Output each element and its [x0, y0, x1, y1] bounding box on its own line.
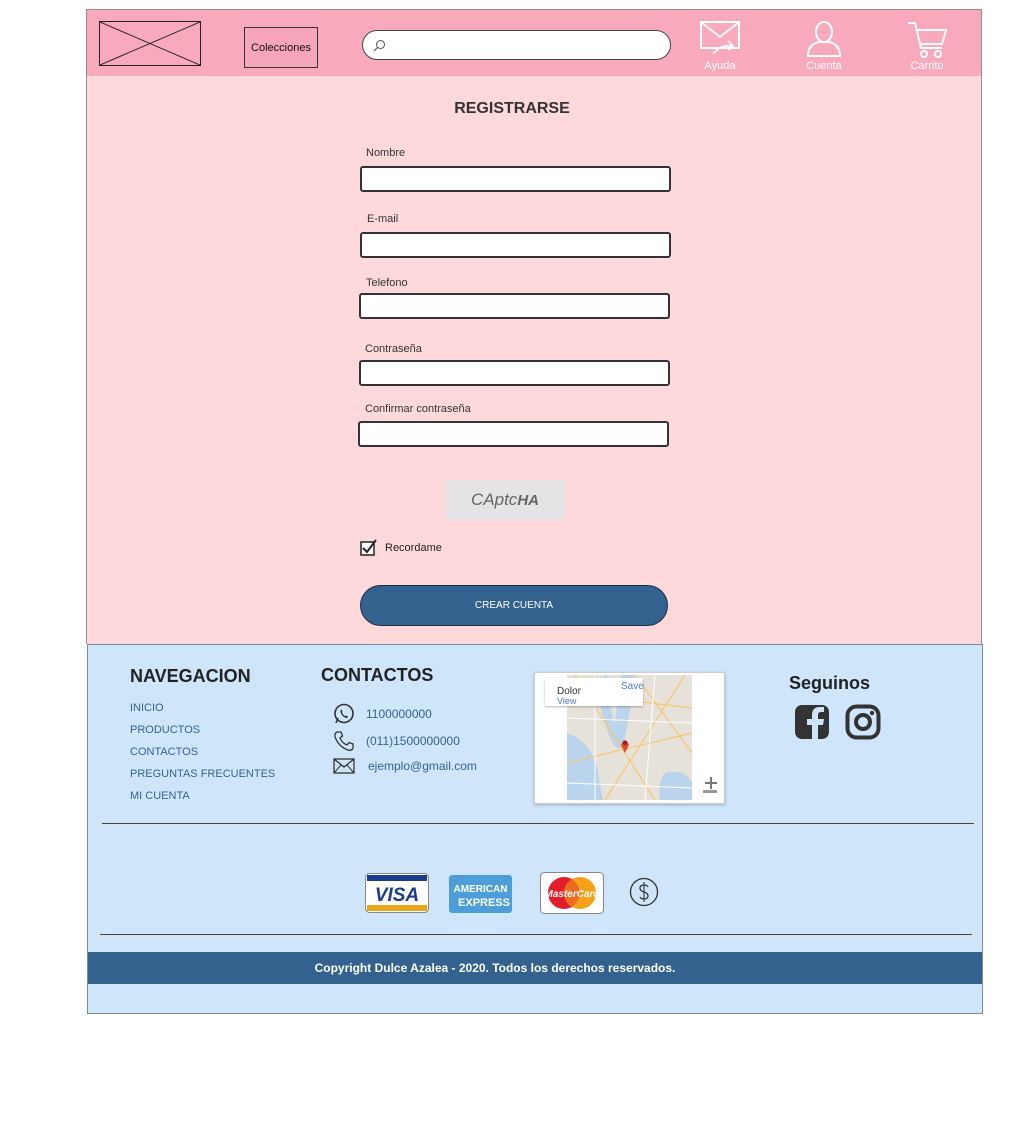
contacts-title: CONTACTOS: [321, 665, 434, 685]
logo-placeholder-icon: [100, 22, 200, 65]
cart-link[interactable]: Carrito: [895, 20, 959, 72]
whatsapp-icon: [332, 702, 356, 726]
site-footer: NAVEGACION INICIO PRODUCTOS CONTACTOS PR…: [87, 644, 983, 1014]
mail-help-icon: [700, 21, 740, 55]
account-link[interactable]: Cuenta: [792, 20, 856, 72]
collections-label: Colecciones: [251, 41, 311, 54]
search-bar[interactable]: [362, 30, 671, 60]
copyright-bar: Copyright Dulce Azalea - 2020. Todos los…: [88, 952, 982, 984]
register-form: REGISTRARSE Nombre E-mail Telefono Contr…: [86, 76, 982, 644]
instagram-icon: [845, 704, 881, 740]
phone-field[interactable]: [359, 293, 670, 319]
visa-icon: VISA: [365, 873, 429, 918]
nav-item-preguntas-frecuentes[interactable]: PREGUNTAS FRECUENTES: [130, 766, 275, 788]
help-link[interactable]: Ayuda: [688, 20, 752, 72]
mastercard-icon: MasterCard: [540, 872, 604, 919]
instagram-link[interactable]: [845, 704, 881, 745]
navigation-title: NAVEGACION: [130, 666, 251, 686]
map-save-link[interactable]: Save: [621, 681, 644, 692]
facebook-icon: [795, 705, 829, 740]
contact-whatsapp[interactable]: 1100000000: [332, 702, 432, 726]
map-info-card: Dolor View Save: [545, 678, 644, 706]
confirm-password-field[interactable]: [358, 421, 669, 447]
cart-icon: [908, 22, 948, 58]
email-field[interactable]: [360, 232, 671, 258]
footer-divider-top: [102, 823, 974, 824]
phone-label: Telefono: [366, 277, 408, 289]
nav-item-mi-cuenta[interactable]: MI CUENTA: [130, 788, 275, 810]
email-label: E-mail: [367, 213, 399, 225]
checkbox-checked-icon: [360, 539, 377, 556]
nav-item-contactos[interactable]: CONTACTOS: [130, 744, 275, 766]
account-label: Cuenta: [806, 60, 842, 72]
phone-icon: [332, 729, 356, 753]
contact-email[interactable]: ejemplo@gmail.com: [332, 754, 477, 778]
footer-nav: INICIO PRODUCTOS CONTACTOS PREGUNTAS FRE…: [130, 700, 275, 810]
search-icon: [373, 40, 385, 52]
captcha-box[interactable]: CAptc HA: [445, 480, 565, 520]
name-label: Nombre: [366, 147, 406, 159]
map-view-link[interactable]: View: [557, 696, 576, 706]
page-title: REGISTRARSE: [454, 100, 570, 117]
logo-placeholder[interactable]: [99, 21, 201, 66]
captcha-text-bold: HA: [517, 491, 539, 509]
help-label: Ayuda: [704, 60, 736, 72]
confirm-password-label: Confirmar contraseña: [365, 403, 471, 415]
mastercard-text: MasterCard: [544, 889, 600, 900]
mail-icon: [332, 754, 356, 778]
captcha-text: CAptc: [471, 490, 518, 509]
password-label: Contraseña: [365, 343, 422, 355]
collections-button[interactable]: Colecciones: [244, 27, 318, 68]
american-express-icon: AMERICAN EXPRESS: [449, 875, 512, 918]
contact-whatsapp-value: 1100000000: [366, 707, 432, 721]
cash-icon: [628, 876, 660, 913]
amex-text-top: AMERICAN: [454, 884, 508, 895]
footer-divider-bottom: [100, 934, 972, 935]
copyright-text: Copyright Dulce Azalea - 2020. Todos los…: [314, 961, 676, 975]
location-map[interactable]: Dolor View Save: [534, 672, 725, 804]
password-field[interactable]: [359, 360, 670, 386]
remember-label: Recordame: [385, 541, 442, 554]
nav-item-productos[interactable]: PRODUCTOS: [130, 722, 275, 744]
remember-checkbox[interactable]: Recordame: [360, 539, 442, 556]
cart-label: Carrito: [910, 60, 944, 72]
visa-text: VISA: [375, 885, 419, 906]
contact-email-value: ejemplo@gmail.com: [368, 759, 477, 773]
create-account-button[interactable]: CREAR CUENTA: [360, 585, 668, 626]
facebook-link[interactable]: [794, 704, 830, 745]
create-account-label: CREAR CUENTA: [474, 600, 554, 611]
name-field[interactable]: [360, 166, 671, 192]
contact-phone[interactable]: (011)1500000000: [332, 729, 460, 753]
user-icon: [806, 21, 842, 57]
amex-text-bottom: EXPRESS: [458, 897, 510, 909]
nav-item-inicio[interactable]: INICIO: [130, 700, 275, 722]
search-input[interactable]: [393, 35, 661, 55]
site-header: Colecciones Ayuda Cuenta Carrito: [86, 9, 982, 76]
contact-phone-value: (011)1500000000: [366, 734, 460, 748]
social-title: Seguinos: [789, 673, 871, 693]
